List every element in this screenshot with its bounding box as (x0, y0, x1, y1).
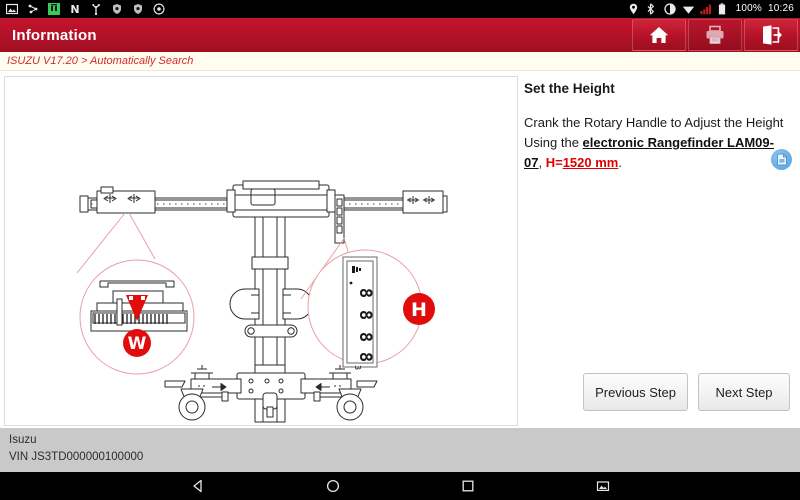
android-status-bar: N 100% 10:26 (0, 0, 800, 18)
app-header-bar: Information (0, 18, 800, 52)
nav-recents-icon[interactable] (460, 478, 476, 494)
height-value: 1520 mm (562, 155, 619, 170)
svg-text:W: W (128, 334, 147, 354)
svg-text:3: 3 (353, 365, 362, 370)
print-button[interactable] (688, 19, 742, 51)
header-button-group (632, 18, 800, 52)
contrast-icon (663, 3, 676, 15)
vehicle-info-footer: Isuzu VIN JS3TD000000100000 (0, 428, 800, 472)
settings-gear-icon (153, 3, 165, 15)
usb-debug-icon (27, 3, 39, 15)
screenshot-icon (6, 3, 18, 15)
android-app-icon (48, 3, 60, 15)
step-navigation: Previous Step Next Step (583, 373, 790, 411)
svg-text:N: N (70, 3, 79, 15)
usb-icon (90, 3, 102, 15)
home-icon (648, 25, 670, 45)
battery-percent-label: 100% (735, 3, 762, 14)
svg-text:8: 8 (355, 288, 375, 298)
network-n-icon: N (69, 3, 81, 15)
content-area: W 8 8 8 8 3 H Set the Height Crank the R… (0, 71, 800, 428)
headlamp-aimer-diagram-panel: W 8 8 8 8 3 H (4, 76, 518, 426)
h-marker: H (403, 293, 435, 325)
nav-screenshot-icon[interactable] (595, 478, 611, 494)
instruction-text-period: . (618, 155, 622, 170)
document-icon (776, 153, 788, 166)
note-document-button[interactable] (771, 149, 792, 170)
location-pin-icon (628, 3, 640, 15)
wifi-icon (682, 3, 694, 15)
page-title: Information (12, 26, 97, 44)
svg-text:8: 8 (355, 332, 375, 342)
breadcrumb-bar: ISUZU V17.20 > Automatically Search (0, 52, 800, 71)
nav-back-icon[interactable] (190, 478, 206, 494)
svg-text:H: H (411, 299, 427, 321)
exit-icon (760, 25, 782, 45)
android-nav-bar (0, 472, 800, 500)
vehicle-make-label: Isuzu (9, 434, 37, 446)
breadcrumb[interactable]: ISUZU V17.20 > Automatically Search (0, 55, 193, 67)
bluetooth-icon (646, 3, 658, 15)
shield-icon-2 (132, 3, 144, 15)
headlamp-aimer-diagram: W 8 8 8 8 3 H (76, 180, 448, 423)
instruction-body: Crank the Rotary Handle to Adjust the He… (524, 113, 789, 173)
home-button[interactable] (632, 19, 686, 51)
status-left-icons: N (6, 3, 165, 15)
svg-text:8: 8 (355, 310, 375, 320)
shield-icon-1 (111, 3, 123, 15)
svg-text:8: 8 (355, 352, 375, 362)
previous-step-button[interactable]: Previous Step (583, 373, 688, 411)
instruction-heading: Set the Height (524, 81, 615, 96)
signal-bars-icon (700, 3, 712, 15)
height-label: H= (545, 155, 563, 170)
clock-label: 10:26 (767, 3, 794, 14)
nav-home-icon[interactable] (325, 478, 341, 494)
vin-label: VIN JS3TD000000100000 (9, 451, 144, 463)
status-right-icons: 100% 10:26 (628, 0, 794, 18)
instruction-text-comma: , (538, 155, 546, 170)
exit-button[interactable] (744, 19, 798, 51)
next-step-button[interactable]: Next Step (698, 373, 790, 411)
instruction-panel: Set the Height Crank the Rotary Handle t… (518, 71, 800, 428)
printer-icon (704, 25, 726, 45)
battery-icon (718, 3, 730, 15)
